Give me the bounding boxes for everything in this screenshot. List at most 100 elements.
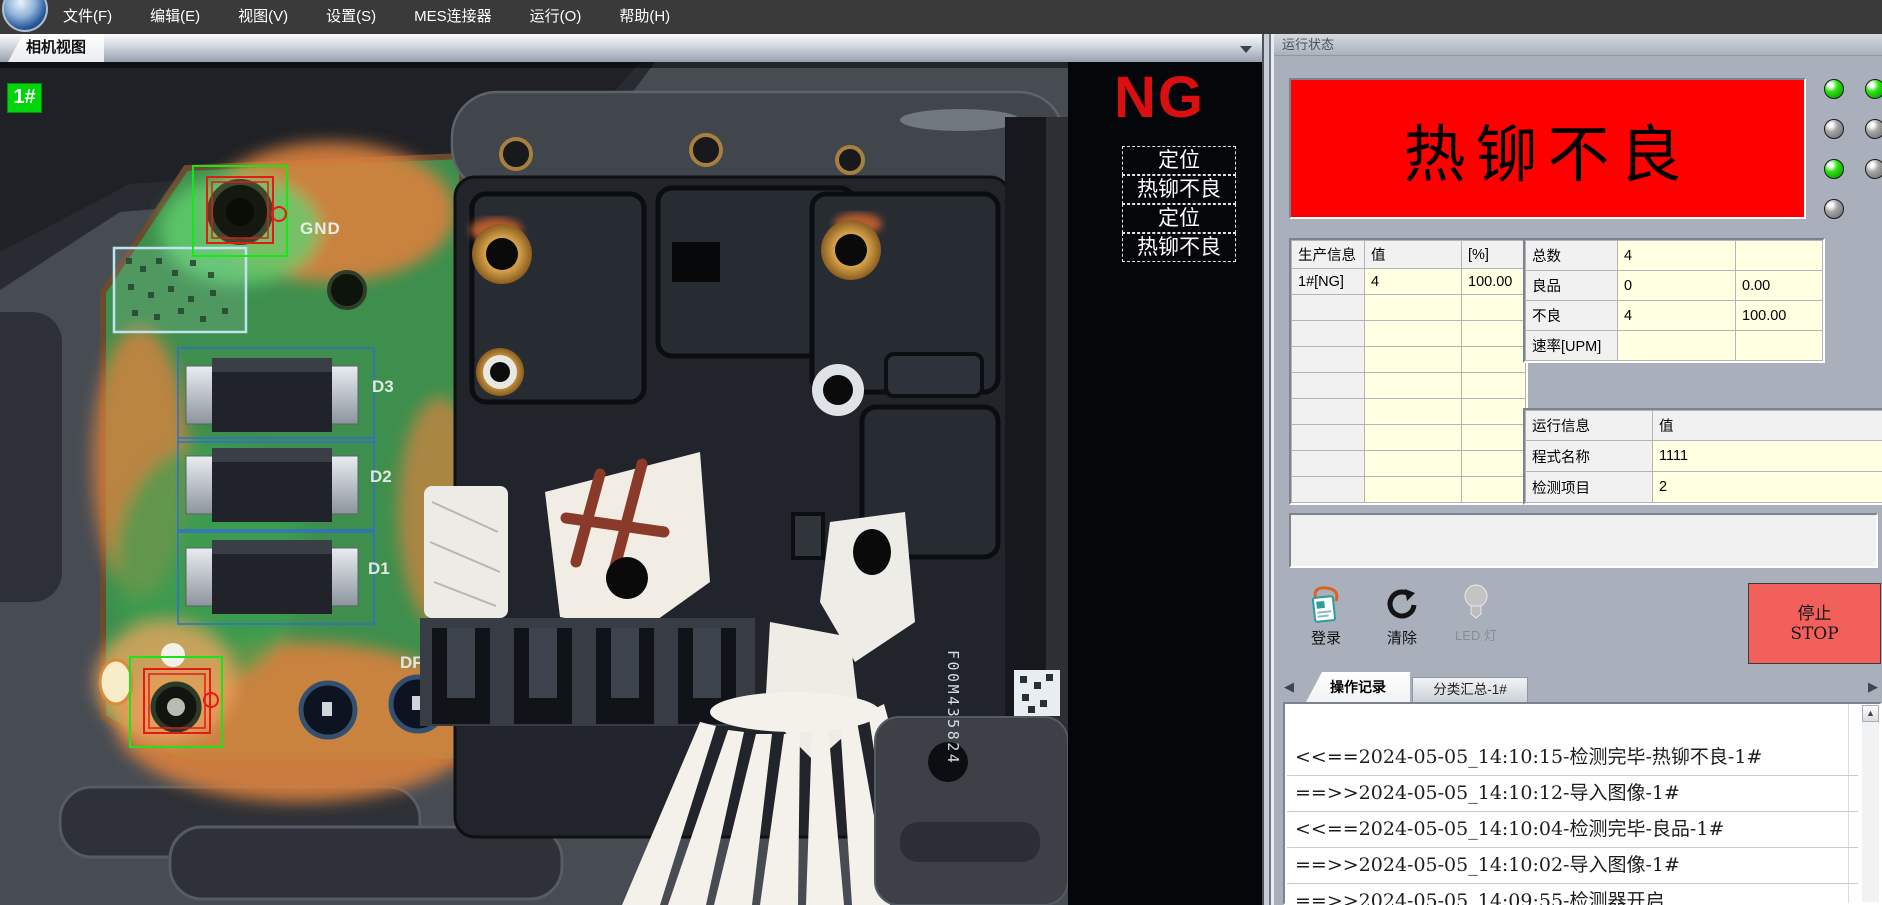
defect-label: 定位 bbox=[1122, 204, 1236, 233]
led-light-button[interactable]: LED 灯 bbox=[1448, 583, 1504, 644]
status-led-green bbox=[1865, 79, 1882, 99]
table-cell bbox=[1292, 373, 1365, 399]
table-cell bbox=[1292, 477, 1365, 503]
log-entry: ==>>2024-05-05_14:10:02-导入图像-1# bbox=[1287, 848, 1858, 884]
menu-items: 文件(F)编辑(E)视图(V)设置(S)MES连接器运行(O)帮助(H) bbox=[44, 0, 689, 34]
log-scrollbar[interactable]: ▲ bbox=[1862, 705, 1879, 902]
table-cell: 4 bbox=[1365, 269, 1462, 295]
table-cell bbox=[1292, 399, 1365, 425]
menu-item-6[interactable]: 运行(O) bbox=[511, 0, 601, 34]
status-led-gray bbox=[1824, 119, 1844, 139]
table-cell bbox=[1462, 347, 1526, 373]
table-cell bbox=[1462, 425, 1526, 451]
table-cell: 程式名称 bbox=[1526, 441, 1653, 472]
led-indicator-column-2 bbox=[1865, 79, 1882, 179]
alarm-banner: 热铆不良 bbox=[1289, 78, 1806, 219]
table-header-cell: 值 bbox=[1653, 411, 1882, 441]
table-cell: 良品 bbox=[1526, 271, 1618, 301]
table-cell bbox=[1736, 331, 1823, 361]
status-led-gray bbox=[1865, 119, 1882, 139]
menu-item-4[interactable]: 设置(S) bbox=[307, 0, 395, 34]
chevron-down-icon[interactable] bbox=[1240, 46, 1252, 53]
table-cell: 100.00 bbox=[1462, 269, 1526, 295]
stop-button-label-cn: 停止 bbox=[1798, 604, 1832, 624]
table-cell bbox=[1292, 321, 1365, 347]
menu-item-3[interactable]: 视图(V) bbox=[219, 0, 307, 34]
status-message-box bbox=[1289, 513, 1878, 568]
table-cell bbox=[1462, 373, 1526, 399]
clear-button[interactable]: 清除 bbox=[1374, 587, 1430, 648]
table-cell bbox=[1365, 477, 1462, 503]
menu-item-7[interactable]: 帮助(H) bbox=[600, 0, 689, 34]
run-info-table: 运行信息值程式名称1111检测项目2 bbox=[1523, 408, 1882, 505]
table-header-cell: 值 bbox=[1365, 241, 1462, 269]
table-cell bbox=[1292, 451, 1365, 477]
table-cell bbox=[1462, 295, 1526, 321]
pcb-label-d1: D1 bbox=[368, 559, 390, 578]
table-header-cell: 生产信息 bbox=[1292, 241, 1365, 269]
table-cell: 检测项目 bbox=[1526, 472, 1653, 503]
application-window: 文件(F)编辑(E)视图(V)设置(S)MES连接器运行(O)帮助(H) 相机视… bbox=[0, 0, 1882, 905]
summary-table: 总数4良品00.00不良4100.00速率[UPM] bbox=[1523, 238, 1825, 363]
table-cell bbox=[1462, 477, 1526, 503]
menu-bar: 文件(F)编辑(E)视图(V)设置(S)MES连接器运行(O)帮助(H) bbox=[0, 0, 1882, 34]
tab-operation-log[interactable]: 操作记录 bbox=[1306, 672, 1410, 702]
log-line-list: <<==2024-05-05_14:10:15-检测完毕-热铆不良-1#==>>… bbox=[1287, 740, 1858, 905]
menu-item-1[interactable]: 文件(F) bbox=[44, 0, 131, 34]
tab-scroll-left-icon[interactable]: ◀ bbox=[1284, 679, 1294, 695]
status-led-green bbox=[1824, 79, 1844, 99]
log-entry: ==>>2024-05-05_14:09:55-检测器开启 bbox=[1287, 884, 1858, 905]
table-cell: 1111 bbox=[1653, 441, 1882, 472]
production-info-table: 生产信息值[%]1#[NG]4100.00 bbox=[1289, 238, 1528, 505]
defect-label-list: 定位热铆不良定位热铆不良 bbox=[1122, 146, 1236, 262]
menu-item-5[interactable]: MES连接器 bbox=[395, 0, 511, 34]
tab-scroll-right-icon[interactable]: ▶ bbox=[1868, 679, 1878, 695]
table-cell: 0 bbox=[1618, 271, 1736, 301]
menu-item-2[interactable]: 编辑(E) bbox=[131, 0, 219, 34]
table-cell bbox=[1365, 321, 1462, 347]
light-bulb-icon bbox=[1461, 583, 1491, 621]
table-cell bbox=[1365, 425, 1462, 451]
table-cell bbox=[1365, 399, 1462, 425]
table-cell bbox=[1365, 295, 1462, 321]
table-cell: 速率[UPM] bbox=[1526, 331, 1618, 361]
login-button[interactable]: 登录 bbox=[1298, 585, 1354, 648]
pcb-label-d2: D2 bbox=[370, 467, 392, 486]
table-cell: 总数 bbox=[1526, 241, 1618, 271]
table-cell bbox=[1365, 347, 1462, 373]
table-cell bbox=[1365, 451, 1462, 477]
pcb-label-gnd: GND bbox=[300, 219, 341, 238]
pcb-label-d3: D3 bbox=[372, 377, 394, 396]
log-entry: ==>>2024-05-05_14:10:12-导入图像-1# bbox=[1287, 776, 1858, 812]
camera-tab-strip bbox=[0, 34, 1262, 63]
status-panel-title: 运行状态 bbox=[1274, 34, 1882, 56]
panel-splitter[interactable] bbox=[1262, 34, 1274, 905]
status-led-green bbox=[1824, 159, 1844, 179]
defect-label: 定位 bbox=[1122, 146, 1236, 175]
table-cell bbox=[1618, 331, 1736, 361]
table-cell bbox=[1365, 373, 1462, 399]
table-cell bbox=[1462, 451, 1526, 477]
table-cell: 0.00 bbox=[1736, 271, 1823, 301]
clear-arrow-icon bbox=[1385, 587, 1419, 623]
led-light-button-label: LED 灯 bbox=[1455, 625, 1497, 644]
table-cell bbox=[1462, 321, 1526, 347]
scroll-up-icon[interactable]: ▲ bbox=[1862, 705, 1879, 722]
tab-class-summary[interactable]: 分类汇总-1# bbox=[1412, 677, 1528, 702]
tab-camera-view[interactable]: 相机视图 bbox=[8, 34, 104, 62]
table-cell: 2 bbox=[1653, 472, 1882, 503]
table-cell bbox=[1292, 295, 1365, 321]
stop-button[interactable]: 停止 STOP bbox=[1748, 583, 1881, 664]
table-cell bbox=[1736, 241, 1823, 271]
barcode-text: F00M435824 bbox=[944, 650, 962, 765]
clear-button-label: 清除 bbox=[1387, 627, 1417, 648]
status-led-gray bbox=[1865, 159, 1882, 179]
camera-image: GND D3 D2 D1 DFM bbox=[0, 62, 1068, 905]
led-indicator-column-1 bbox=[1824, 79, 1844, 219]
stop-button-label-en: STOP bbox=[1790, 624, 1838, 644]
table-cell: 100.00 bbox=[1736, 301, 1823, 331]
login-badge-icon bbox=[1308, 585, 1344, 623]
table-cell bbox=[1292, 347, 1365, 373]
table-header-cell: 运行信息 bbox=[1526, 411, 1653, 441]
log-entry: <<==2024-05-05_14:10:15-检测完毕-热铆不良-1# bbox=[1287, 740, 1858, 776]
